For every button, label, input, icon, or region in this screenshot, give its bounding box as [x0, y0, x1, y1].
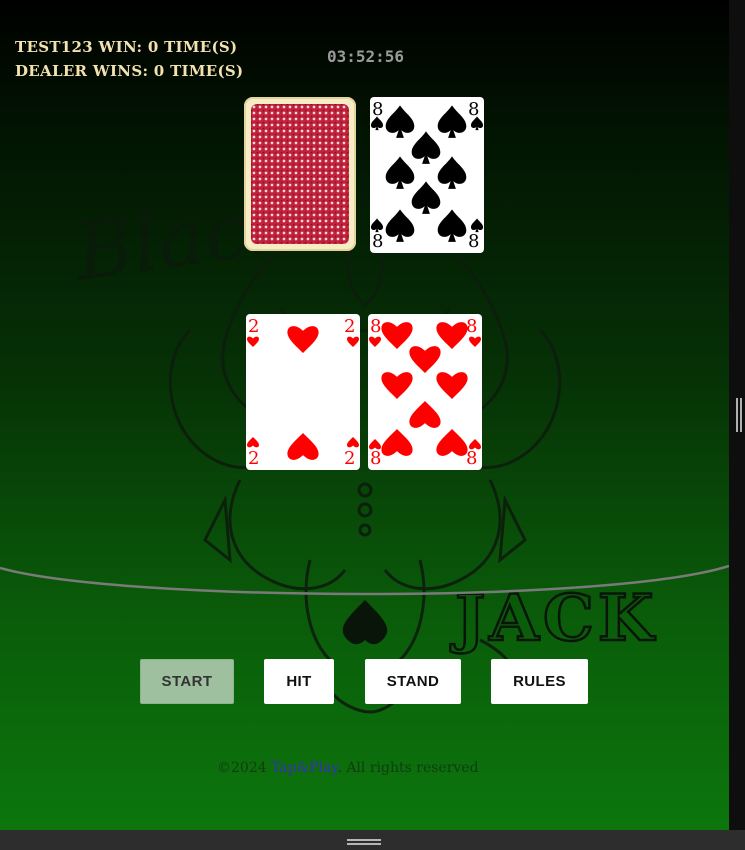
- eight-of-hearts-icon: 8 8 8 8: [369, 316, 481, 469]
- vertical-resize-handle[interactable]: [736, 398, 742, 432]
- tapandplay-link[interactable]: Tap&Play: [271, 760, 337, 776]
- footer-copyright: ©2024 Tap&Play. All rights reserved: [217, 760, 479, 776]
- eight-of-spades-icon: 8 8 8 8: [370, 99, 484, 252]
- svg-text:2: 2: [344, 448, 355, 469]
- svg-text:8: 8: [466, 448, 477, 469]
- game-table: Black JACK TEST123 WIN: 0 TIME(S) DEALER…: [0, 0, 729, 830]
- start-button[interactable]: START: [140, 659, 234, 704]
- table-edge-curve: [0, 564, 729, 596]
- svg-text:8: 8: [468, 99, 479, 120]
- svg-text:8: 8: [372, 99, 383, 120]
- svg-text:8: 8: [370, 316, 381, 337]
- player-card-2-of-hearts: 2 2 2 2: [246, 314, 360, 470]
- svg-text:2: 2: [248, 448, 259, 469]
- dealer-card-8-of-spades: 8 8 8 8: [370, 97, 484, 253]
- copyright-suffix: . All rights reserved: [337, 760, 479, 776]
- svg-text:8: 8: [372, 231, 383, 252]
- stand-button[interactable]: STAND: [365, 659, 461, 704]
- dealer-win-count: DEALER WINS: 0 TIME(S): [15, 62, 244, 80]
- horizontal-resize-handle[interactable]: [347, 839, 381, 846]
- two-of-hearts-icon: 2 2 2 2: [247, 316, 359, 469]
- game-timer: 03:52:56: [327, 47, 405, 66]
- svg-text:2: 2: [344, 316, 355, 337]
- copyright-prefix: ©2024: [217, 760, 272, 776]
- hit-button[interactable]: HIT: [264, 659, 334, 704]
- svg-text:2: 2: [248, 316, 259, 337]
- player-win-count: TEST123 WIN: 0 TIME(S): [15, 38, 238, 56]
- rules-button[interactable]: RULES: [491, 659, 588, 704]
- svg-text:8: 8: [466, 316, 477, 337]
- dealer-card-face-down: [244, 97, 356, 251]
- player-card-8-of-hearts: 8 8 8 8: [368, 314, 482, 470]
- card-back-pattern: [251, 104, 349, 244]
- blackjack-watermark-art: Black JACK: [68, 179, 655, 714]
- svg-text:8: 8: [468, 231, 479, 252]
- svg-text:8: 8: [370, 448, 381, 469]
